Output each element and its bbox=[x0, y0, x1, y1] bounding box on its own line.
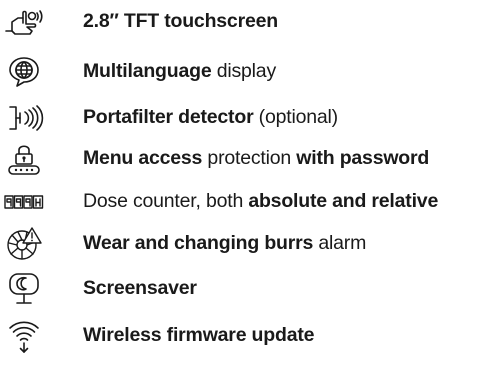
feature-text-regular: alarm bbox=[313, 232, 367, 255]
burr-warning-icon bbox=[1, 224, 47, 264]
wireless-update-icon bbox=[1, 316, 47, 356]
feature-row-portafilter: Portafilter detector (optional) bbox=[0, 98, 496, 138]
feature-text-bold: Wireless firmware update bbox=[83, 324, 315, 347]
feature-row-dose-counter: Dose counter, both absolute and relative bbox=[0, 182, 496, 222]
screensaver-monitor-icon bbox=[1, 269, 47, 309]
globe-icon bbox=[1, 52, 47, 92]
feature-text: 2.8″ TFT touchscreen bbox=[83, 12, 278, 32]
feature-text: Menu access protection with password bbox=[83, 149, 429, 169]
feature-text-bold: absolute and relative bbox=[248, 190, 439, 213]
feature-text-regular: protection bbox=[202, 147, 297, 170]
feature-text-regular: (optional) bbox=[253, 106, 339, 129]
feature-row-screensaver: Screensaver bbox=[0, 269, 496, 309]
feature-text: Dose counter, both absolute and relative bbox=[83, 192, 438, 212]
feature-text-bold: Wear and changing burrs bbox=[83, 232, 314, 255]
feature-text: Screensaver bbox=[83, 279, 197, 299]
portafilter-sensor-icon bbox=[1, 98, 47, 138]
feature-text-regular: Dose counter, both bbox=[83, 190, 249, 213]
feature-text: Multilanguage display bbox=[83, 62, 276, 82]
counter-display-icon bbox=[1, 182, 47, 222]
feature-row-menu-access: Menu access protection with password bbox=[0, 139, 496, 179]
touch-hand-icon bbox=[1, 2, 47, 42]
feature-text-bold: Multilanguage bbox=[83, 60, 212, 83]
feature-row-wireless: Wireless firmware update bbox=[0, 316, 496, 356]
feature-text-bold: Portafilter detector bbox=[83, 106, 254, 129]
feature-row-touchscreen: 2.8″ TFT touchscreen bbox=[0, 2, 496, 42]
feature-text-bold: 2.8″ TFT touchscreen bbox=[83, 10, 278, 33]
feature-row-multilanguage: Multilanguage display bbox=[0, 52, 496, 92]
feature-text-bold: with password bbox=[296, 147, 430, 170]
feature-row-burr-alarm: Wear and changing burrs alarm bbox=[0, 224, 496, 264]
feature-text-bold: Menu access bbox=[83, 147, 203, 170]
feature-text: Portafilter detector (optional) bbox=[83, 108, 338, 128]
feature-text: Wear and changing burrs alarm bbox=[83, 234, 366, 254]
feature-text-regular: display bbox=[211, 60, 277, 83]
feature-text: Wireless firmware update bbox=[83, 326, 314, 346]
feature-text-bold: Screensaver bbox=[83, 277, 197, 300]
padlock-password-icon bbox=[1, 139, 47, 179]
feature-list: 2.8″ TFT touchscreen Multilanguage displ… bbox=[0, 0, 496, 376]
